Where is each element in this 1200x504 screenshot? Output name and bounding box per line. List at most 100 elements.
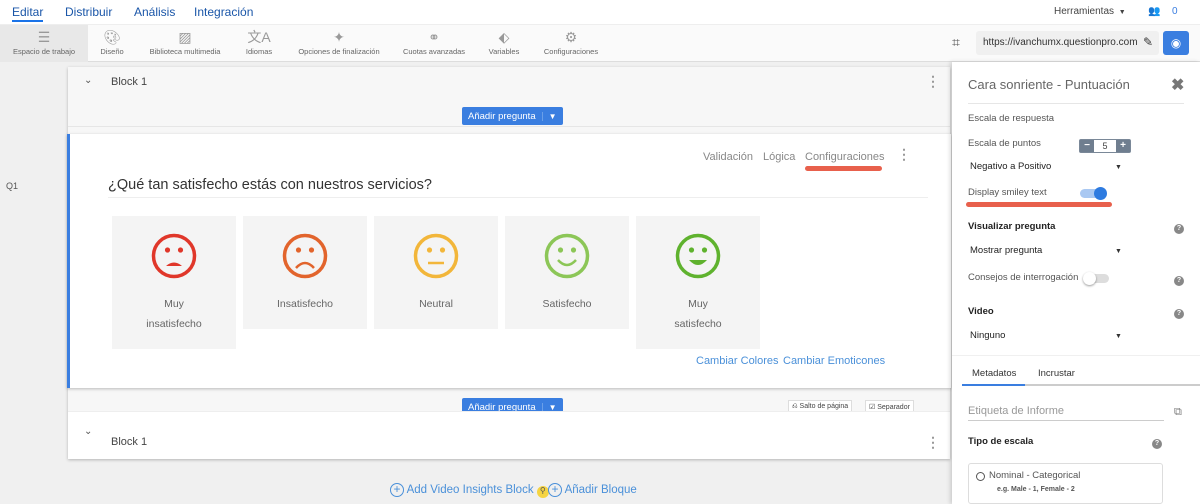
display-smiley-text-label: Display smiley text	[968, 187, 1047, 198]
tips-label: Consejos de interrogación	[968, 272, 1079, 283]
smiley-option[interactable]: Insatisfecho	[243, 216, 367, 329]
smiley-option[interactable]: Satisfecho	[505, 216, 629, 329]
add-block-link[interactable]: + Añadir Bloque	[548, 483, 637, 497]
chevron-down-icon[interactable]: ▼	[1115, 333, 1122, 340]
tab-embed[interactable]: Incrustar	[1038, 368, 1075, 379]
tool-media-library[interactable]: ▨ Biblioteca multimedia	[142, 25, 228, 62]
smiley-label: Neutral	[419, 298, 453, 310]
smiley-label: Muy	[164, 298, 184, 310]
smiley-option[interactable]: Neutral	[374, 216, 498, 329]
help-icon[interactable]: ?	[1174, 309, 1184, 319]
external-link-icon[interactable]: ⧉	[1174, 406, 1182, 419]
active-tab-indicator	[962, 384, 1025, 386]
scale-type-label: Tipo de escala	[968, 436, 1034, 447]
tools-menu[interactable]: Herramientas ▼	[1054, 6, 1126, 17]
block-title: Block 1	[111, 76, 148, 88]
block-footer: ⌄ Block 1 ⋮	[68, 411, 950, 459]
view-question-label: Visualizar pregunta	[968, 221, 1056, 232]
chevron-down-icon[interactable]: ▼	[541, 111, 563, 121]
view-question-select[interactable]: Mostrar pregunta	[970, 245, 1042, 256]
collapse-icon[interactable]: ⌄	[84, 75, 92, 86]
smiley-option[interactable]: Muy satisfecho	[636, 216, 760, 349]
tab-distribuir[interactable]: Distribuir	[65, 5, 112, 19]
tab-settings[interactable]: Configuraciones	[805, 151, 885, 163]
tab-editar[interactable]: Editar	[12, 5, 44, 22]
tool-variables[interactable]: ⬖ Variables	[484, 25, 524, 62]
add-video-insights-block-link[interactable]: + Add Video Insights Block ⚲	[390, 483, 549, 498]
divider	[68, 126, 950, 127]
tab-integracion[interactable]: Integración	[194, 5, 253, 19]
chevron-down-icon: ▼	[1116, 9, 1126, 16]
highlight-marker	[966, 202, 1112, 207]
collaborators-count: 0	[1172, 6, 1178, 17]
chevron-down-icon[interactable]: ▼	[1115, 248, 1122, 255]
nominal-option[interactable]: Nominal - Categorical e.g. Male - 1, Fem…	[968, 463, 1163, 504]
collapse-icon[interactable]: ⌄	[84, 426, 92, 437]
tool-workspace[interactable]: ☰ Espacio de trabajo	[0, 25, 88, 62]
points-value[interactable]: 5	[1094, 140, 1116, 152]
tab-validation[interactable]: Validación	[703, 151, 753, 163]
question-menu-icon[interactable]: ⋮	[897, 146, 911, 163]
smiley-face-icon	[151, 233, 197, 279]
palette-icon: 🎨︎	[103, 29, 121, 45]
add-question-button[interactable]: Añadir pregunta ▼	[462, 107, 563, 125]
tool-label: Espacio de trabajo	[12, 47, 76, 56]
response-scale-label: Escala de respuesta	[968, 113, 1055, 124]
tab-logic[interactable]: Lógica	[763, 151, 795, 163]
help-icon[interactable]: ?	[1174, 224, 1184, 234]
nominal-label: Nominal - Categorical	[989, 470, 1081, 481]
tool-label: Cuotas avanzadas	[402, 47, 466, 56]
change-emoticons-link[interactable]: Cambiar Emoticones	[783, 355, 885, 367]
smiley-label: Muy	[688, 298, 708, 310]
tab-analisis[interactable]: Análisis	[134, 5, 175, 19]
image-icon: ▨	[178, 29, 192, 45]
panel-title: Cara sonriente - Puntuación	[968, 77, 1130, 92]
plus-circle-icon: +	[390, 483, 404, 497]
tool-label: Biblioteca multimedia	[149, 47, 221, 56]
chevron-down-icon[interactable]: ▼	[1115, 164, 1122, 171]
help-icon[interactable]: ?	[1152, 439, 1162, 449]
block-menu-icon[interactable]: ⋮	[926, 73, 940, 90]
video-select[interactable]: Ninguno	[970, 330, 1005, 341]
tool-label: Diseño	[100, 47, 124, 56]
tool-label: Opciones de finalización	[298, 47, 380, 56]
direction-select[interactable]: Negativo a Positivo	[970, 161, 1051, 172]
tool-label: Configuraciones	[543, 47, 599, 56]
plus-circle-icon: +	[548, 483, 562, 497]
nominal-example: e.g. Male - 1, Female - 2	[997, 486, 1075, 493]
minus-icon[interactable]: −	[1080, 140, 1094, 152]
survey-url[interactable]: https://ivanchumx.questionpro.com ✎	[976, 31, 1159, 55]
tool-quotas[interactable]: ⚭ Cuotas avanzadas	[398, 25, 470, 62]
help-icon[interactable]: ?	[1174, 276, 1184, 286]
radio-button[interactable]	[976, 472, 985, 481]
add-block-label: Añadir Bloque	[564, 484, 637, 496]
separator-label: Separador	[877, 404, 910, 411]
smiley-option[interactable]: Muy insatisfecho	[112, 216, 236, 349]
toggle-knob	[1094, 187, 1107, 200]
pencil-icon[interactable]: ✎	[1143, 35, 1153, 49]
tool-settings[interactable]: ⚙ Configuraciones	[540, 25, 602, 62]
video-label: Video	[968, 306, 994, 317]
block-title: Block 1	[111, 436, 148, 448]
display-smiley-toggle[interactable]	[1080, 187, 1107, 200]
question-text[interactable]: ¿Qué tan satisfecho estás con nuestros s…	[108, 177, 432, 193]
quota-icon: ⚭	[428, 29, 440, 45]
smiley-face-icon	[282, 233, 328, 279]
tools-label: Herramientas	[1054, 6, 1115, 17]
workspace-icon: ☰	[37, 29, 51, 45]
block-menu-icon[interactable]: ⋮	[926, 434, 940, 451]
qr-code-icon[interactable]: ⌗	[952, 34, 960, 51]
tool-finish-options[interactable]: ✦ Opciones de finalización	[290, 25, 388, 62]
close-icon[interactable]: ✖	[1171, 75, 1184, 95]
plus-icon[interactable]: +	[1116, 140, 1130, 152]
report-label-input[interactable]: Etiqueta de Informe	[968, 405, 1164, 421]
tool-languages[interactable]: 文A Idiomas	[238, 25, 280, 62]
divider	[108, 197, 928, 198]
points-stepper[interactable]: − 5 +	[1079, 139, 1131, 153]
preview-button[interactable]: ◉	[1163, 31, 1189, 55]
collaborators-icon[interactable]: 👥	[1148, 6, 1160, 17]
tips-toggle[interactable]	[1083, 272, 1109, 285]
tab-metadata[interactable]: Metadatos	[972, 368, 1016, 379]
tool-design[interactable]: 🎨︎ Diseño	[92, 25, 132, 62]
change-colors-link[interactable]: Cambiar Colores	[696, 355, 779, 367]
